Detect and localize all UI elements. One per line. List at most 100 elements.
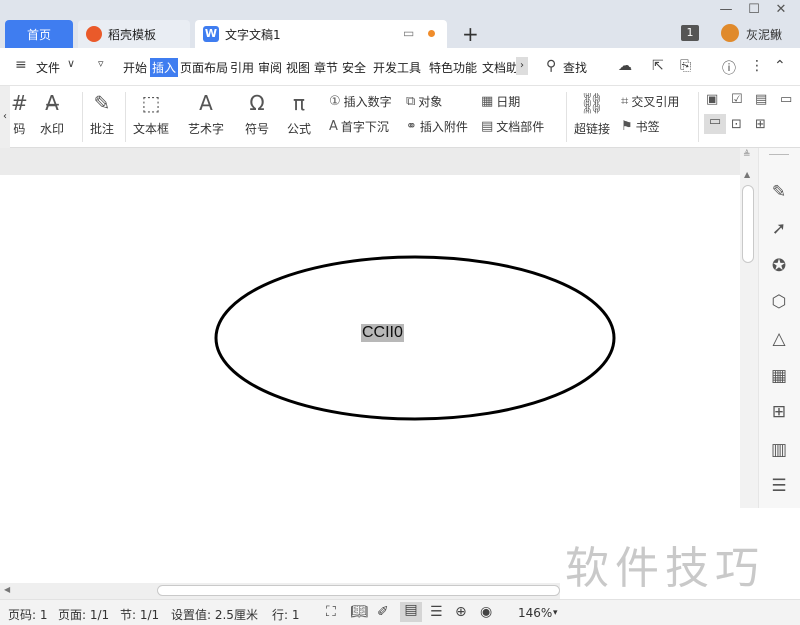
scroll-left-icon[interactable]: ◀ [4, 585, 10, 594]
badge-icon[interactable]: ✪ [769, 256, 789, 276]
combo-control-icon[interactable]: ⊞ [755, 117, 766, 132]
fullscreen-icon[interactable]: ⛶ [326, 604, 336, 620]
layers-icon[interactable]: △ [769, 329, 789, 349]
shape-text[interactable]: CCII0 [361, 324, 404, 342]
ellipse-shape[interactable] [214, 255, 616, 421]
object-button[interactable]: ⧉ 对象 [406, 93, 442, 110]
document-page[interactable]: CCII0 [0, 175, 740, 583]
status-pages[interactable]: 页面: 1/1 [58, 606, 109, 623]
insert-number-button[interactable]: ① 插入数字 [329, 93, 392, 110]
doc-parts-button[interactable]: ▤ 文档部件 [481, 118, 544, 135]
collapse-ribbon-icon[interactable]: ⌃ [774, 58, 786, 74]
checkbox-icon[interactable]: ☑ [731, 92, 743, 107]
image-control-icon[interactable]: ⊡ [731, 117, 742, 132]
write-mode-icon[interactable]: ✐ [377, 604, 389, 620]
wordart-label: 艺术字 [188, 122, 225, 136]
status-setting[interactable]: 设置值: 2.5厘米 [171, 606, 258, 623]
maximize-icon[interactable]: ☐ [746, 2, 762, 17]
tab-home[interactable]: 首页 [5, 20, 73, 48]
menu-chapter[interactable]: 章节 [314, 59, 338, 76]
symbol-label: 符号 [245, 122, 270, 136]
grid-icon[interactable]: ⊞ [769, 402, 789, 422]
hyperlink-button[interactable]: ⛓ 超链接 [574, 90, 610, 137]
status-row[interactable]: 行: 1 [272, 606, 300, 623]
close-icon[interactable]: ✕ [773, 2, 789, 17]
menu-developer[interactable]: 开发工具 [373, 59, 421, 76]
table-icon[interactable]: ▦ [769, 366, 789, 386]
zoom-level[interactable]: 146% [518, 606, 552, 620]
edit-pen-icon[interactable]: ✎ [769, 182, 789, 202]
shapes-icon[interactable]: ⬡ [769, 292, 789, 312]
menu-doc-assistant[interactable]: 文档助 [482, 59, 516, 76]
monitor-icon[interactable]: ▭ [403, 26, 414, 40]
menu-review[interactable]: 审阅 [258, 59, 282, 76]
watermark-button[interactable]: A̶ 水印 [40, 90, 64, 137]
status-bar: 页码: 1 页面: 1/1 节: 1/1 设置值: 2.5厘米 行: 1 ⛶ 📖… [0, 599, 800, 625]
textbox-button[interactable]: ⬚ 文本框 [133, 90, 169, 137]
minimize-icon[interactable]: — [718, 2, 734, 17]
search-icon[interactable]: ⚲ [546, 58, 556, 74]
tab-daoke-templates[interactable]: 稻壳模板 [78, 20, 190, 48]
chevron-down-icon[interactable]: ∨ [67, 57, 75, 70]
insert-attachment-button[interactable]: ⚭ 插入附件 [406, 118, 468, 135]
horizontal-scroll-thumb[interactable] [157, 585, 560, 596]
list-control-icon[interactable]: ▤ [755, 92, 767, 107]
chart-icon[interactable]: ▥ [769, 440, 789, 460]
export-icon[interactable]: ⎘ [680, 58, 691, 74]
textbox-label: 文本框 [133, 122, 170, 136]
status-page-number[interactable]: 页码: 1 [8, 606, 48, 623]
menu-security[interactable]: 安全 [342, 59, 366, 76]
watermark-overlay: 软件技巧 [565, 543, 765, 594]
tab-document[interactable]: W 文字文稿1 ▭ [195, 20, 447, 48]
page-view-icon[interactable]: ▤ [400, 602, 422, 622]
ribbon-scroll-left-icon[interactable]: ‹ [0, 86, 10, 148]
more-icon[interactable]: ⋮ [750, 58, 764, 74]
settings-sliders-icon[interactable]: ☰ [769, 476, 789, 496]
new-tab-button[interactable]: + [462, 22, 479, 46]
expand-icon[interactable]: ▿ [98, 57, 104, 70]
split-icon[interactable]: ≜ [743, 150, 751, 160]
menu-view[interactable]: 视图 [286, 59, 310, 76]
cloud-icon[interactable]: ☁ [618, 58, 632, 74]
web-view-icon[interactable]: ⊕ [455, 604, 467, 620]
watermark-label: 水印 [40, 122, 65, 136]
menu-page-layout[interactable]: 页面布局 [180, 59, 228, 76]
cross-ref-icon: ⌗ [621, 94, 629, 109]
menu-references[interactable]: 引用 [230, 59, 254, 76]
drop-cap-button[interactable]: A 首字下沉 [329, 118, 389, 135]
bookmark-button[interactable]: ⚑ 书签 [621, 118, 660, 135]
form-field-icon[interactable]: ▭ [704, 114, 726, 134]
formula-label: 公式 [287, 122, 312, 136]
menu-scroll-right-icon[interactable]: › [516, 57, 528, 75]
symbol-button[interactable]: Ω 符号 [245, 90, 269, 137]
notification-badge[interactable]: 1 [681, 25, 699, 41]
read-mode-icon[interactable]: 📖︎ [350, 604, 368, 620]
help-icon[interactable]: ⓘ [722, 58, 736, 78]
comment-button[interactable]: ✎ 批注 [90, 90, 114, 137]
outline-view-icon[interactable]: ☰ [430, 604, 443, 620]
calendar-icon: ▦ [481, 94, 494, 109]
share-icon[interactable]: ⇱ [652, 58, 664, 74]
page-number-button[interactable]: # 码 [11, 90, 28, 137]
menu-file[interactable]: 文件 [36, 59, 60, 76]
cross-reference-button[interactable]: ⌗ 交叉引用 [621, 93, 679, 110]
menu-start[interactable]: 开始 [123, 59, 147, 76]
zoom-dropdown-icon[interactable]: ▾ [553, 608, 558, 618]
user-name[interactable]: 灰泥鳅 [746, 26, 782, 43]
ribbon-separator [698, 92, 699, 142]
hamburger-icon[interactable]: ≡ [15, 57, 27, 73]
scroll-up-icon[interactable]: ▲ [744, 170, 750, 179]
search-button[interactable]: 查找 [563, 59, 587, 76]
wordart-button[interactable]: A 艺术字 [188, 90, 224, 137]
formula-button[interactable]: π 公式 [287, 90, 311, 137]
pointer-icon[interactable]: ➚ [769, 219, 789, 239]
menu-insert[interactable]: 插入 [150, 58, 179, 77]
eye-protect-icon[interactable]: ◉ [480, 604, 492, 620]
vertical-scroll-thumb[interactable] [742, 185, 754, 263]
date-button[interactable]: ▦ 日期 [481, 93, 520, 110]
avatar[interactable] [721, 24, 739, 42]
status-section[interactable]: 节: 1/1 [120, 606, 159, 623]
menu-features[interactable]: 特色功能 [429, 59, 477, 76]
gallery-icon[interactable]: ▣ [706, 92, 718, 107]
text-control-icon[interactable]: ▭ [780, 92, 792, 107]
